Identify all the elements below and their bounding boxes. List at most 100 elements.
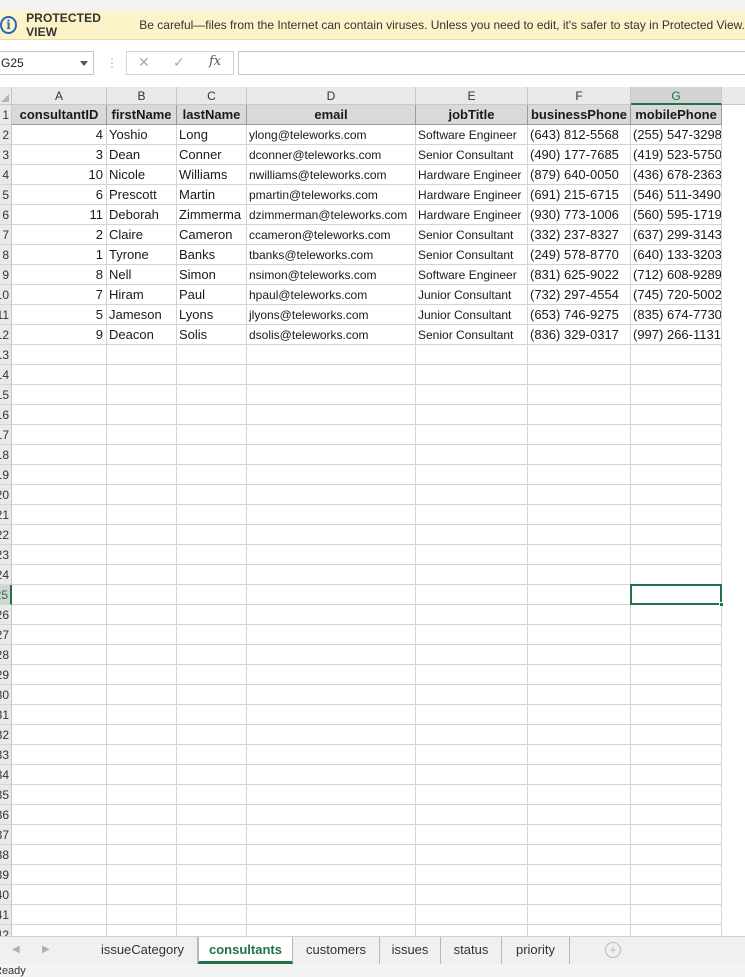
empty-cell[interactable] bbox=[177, 665, 247, 685]
table-cell[interactable]: 11 bbox=[12, 205, 107, 225]
table-cell[interactable]: (637) 299-3143 bbox=[631, 225, 722, 245]
table-cell[interactable]: (560) 595-1719 bbox=[631, 205, 722, 225]
empty-cell[interactable] bbox=[631, 565, 722, 585]
empty-cell[interactable] bbox=[528, 725, 631, 745]
column-header-a[interactable]: A bbox=[12, 87, 107, 105]
check-icon[interactable]: ✓ bbox=[173, 54, 185, 71]
formula-input[interactable] bbox=[238, 51, 745, 75]
column-header-d[interactable]: D bbox=[247, 87, 416, 105]
table-cell[interactable]: (712) 608-9289 bbox=[631, 265, 722, 285]
empty-cell[interactable] bbox=[528, 385, 631, 405]
row-header[interactable]: 12 bbox=[0, 325, 12, 345]
table-cell[interactable]: dconner@teleworks.com bbox=[247, 145, 416, 165]
table-cell[interactable]: Cameron bbox=[177, 225, 247, 245]
table-cell[interactable]: Jameson bbox=[107, 305, 177, 325]
empty-cell[interactable] bbox=[631, 805, 722, 825]
table-cell[interactable]: (930) 773-1006 bbox=[528, 205, 631, 225]
empty-cell[interactable] bbox=[528, 765, 631, 785]
empty-cell[interactable] bbox=[416, 885, 528, 905]
empty-cell[interactable] bbox=[416, 845, 528, 865]
empty-cell[interactable] bbox=[416, 825, 528, 845]
table-cell[interactable]: Yoshio bbox=[107, 125, 177, 145]
table-cell[interactable]: 4 bbox=[12, 125, 107, 145]
row-header[interactable]: 21 bbox=[0, 505, 12, 525]
empty-cell[interactable] bbox=[177, 465, 247, 485]
table-cell[interactable]: Senior Consultant bbox=[416, 225, 528, 245]
row-header[interactable]: 22 bbox=[0, 525, 12, 545]
empty-cell[interactable] bbox=[247, 345, 416, 365]
table-cell[interactable]: (643) 812-5568 bbox=[528, 125, 631, 145]
empty-cell[interactable] bbox=[12, 545, 107, 565]
empty-cell[interactable] bbox=[107, 865, 177, 885]
row-header[interactable]: 24 bbox=[0, 565, 12, 585]
row-header[interactable]: 42 bbox=[0, 925, 12, 936]
empty-cell[interactable] bbox=[177, 905, 247, 925]
table-cell[interactable]: dzimmerman@teleworks.com bbox=[247, 205, 416, 225]
empty-cell[interactable] bbox=[177, 745, 247, 765]
empty-cell[interactable] bbox=[528, 785, 631, 805]
empty-cell[interactable] bbox=[107, 585, 177, 605]
empty-cell[interactable] bbox=[107, 845, 177, 865]
header-cell[interactable]: firstName bbox=[107, 105, 177, 125]
table-cell[interactable]: Dean bbox=[107, 145, 177, 165]
row-header[interactable]: 18 bbox=[0, 445, 12, 465]
empty-cell[interactable] bbox=[528, 845, 631, 865]
empty-cell[interactable] bbox=[631, 605, 722, 625]
empty-cell[interactable] bbox=[528, 825, 631, 845]
insert-function-icon[interactable]: fx bbox=[209, 54, 221, 69]
empty-cell[interactable] bbox=[12, 665, 107, 685]
empty-cell[interactable] bbox=[12, 865, 107, 885]
row-header[interactable]: 9 bbox=[0, 265, 12, 285]
table-cell[interactable]: ccameron@teleworks.com bbox=[247, 225, 416, 245]
empty-cell[interactable] bbox=[631, 345, 722, 365]
empty-cell[interactable] bbox=[12, 805, 107, 825]
empty-cell[interactable] bbox=[631, 865, 722, 885]
table-cell[interactable]: (831) 625-9022 bbox=[528, 265, 631, 285]
empty-cell[interactable] bbox=[528, 565, 631, 585]
empty-cell[interactable] bbox=[528, 865, 631, 885]
empty-cell[interactable] bbox=[416, 805, 528, 825]
empty-cell[interactable] bbox=[177, 385, 247, 405]
empty-cell[interactable] bbox=[528, 445, 631, 465]
sheet-tab-priority[interactable]: priority bbox=[502, 937, 570, 964]
row-header[interactable]: 14 bbox=[0, 365, 12, 385]
table-cell[interactable]: Software Engineer bbox=[416, 265, 528, 285]
row-header[interactable]: 31 bbox=[0, 705, 12, 725]
empty-cell[interactable] bbox=[177, 685, 247, 705]
empty-cell[interactable] bbox=[107, 805, 177, 825]
empty-cell[interactable] bbox=[177, 845, 247, 865]
table-cell[interactable]: (879) 640-0050 bbox=[528, 165, 631, 185]
empty-cell[interactable] bbox=[247, 405, 416, 425]
empty-cell[interactable] bbox=[177, 525, 247, 545]
row-header[interactable]: 16 bbox=[0, 405, 12, 425]
empty-cell[interactable] bbox=[247, 865, 416, 885]
table-cell[interactable]: Solis bbox=[177, 325, 247, 345]
table-cell[interactable]: Hardware Engineer bbox=[416, 205, 528, 225]
empty-cell[interactable] bbox=[107, 405, 177, 425]
header-cell[interactable]: jobTitle bbox=[416, 105, 528, 125]
row-header[interactable]: 5 bbox=[0, 185, 12, 205]
empty-cell[interactable] bbox=[107, 905, 177, 925]
empty-cell[interactable] bbox=[528, 665, 631, 685]
empty-cell[interactable] bbox=[177, 825, 247, 845]
row-header[interactable]: 2 bbox=[0, 125, 12, 145]
table-cell[interactable]: hpaul@teleworks.com bbox=[247, 285, 416, 305]
table-cell[interactable]: Claire bbox=[107, 225, 177, 245]
empty-cell[interactable] bbox=[12, 785, 107, 805]
empty-cell[interactable] bbox=[247, 645, 416, 665]
empty-cell[interactable] bbox=[177, 785, 247, 805]
empty-cell[interactable] bbox=[631, 625, 722, 645]
empty-cell[interactable] bbox=[528, 885, 631, 905]
empty-cell[interactable] bbox=[528, 485, 631, 505]
sheet-tab-customers[interactable]: customers bbox=[293, 937, 380, 964]
table-cell[interactable]: tbanks@teleworks.com bbox=[247, 245, 416, 265]
row-header[interactable]: 23 bbox=[0, 545, 12, 565]
row-header[interactable]: 36 bbox=[0, 805, 12, 825]
empty-cell[interactable] bbox=[12, 685, 107, 705]
empty-cell[interactable] bbox=[247, 465, 416, 485]
empty-cell[interactable] bbox=[247, 545, 416, 565]
table-cell[interactable]: (745) 720-5002 bbox=[631, 285, 722, 305]
table-cell[interactable]: Williams bbox=[177, 165, 247, 185]
sheet-tab-consultants[interactable]: consultants bbox=[198, 937, 293, 964]
empty-cell[interactable] bbox=[12, 445, 107, 465]
